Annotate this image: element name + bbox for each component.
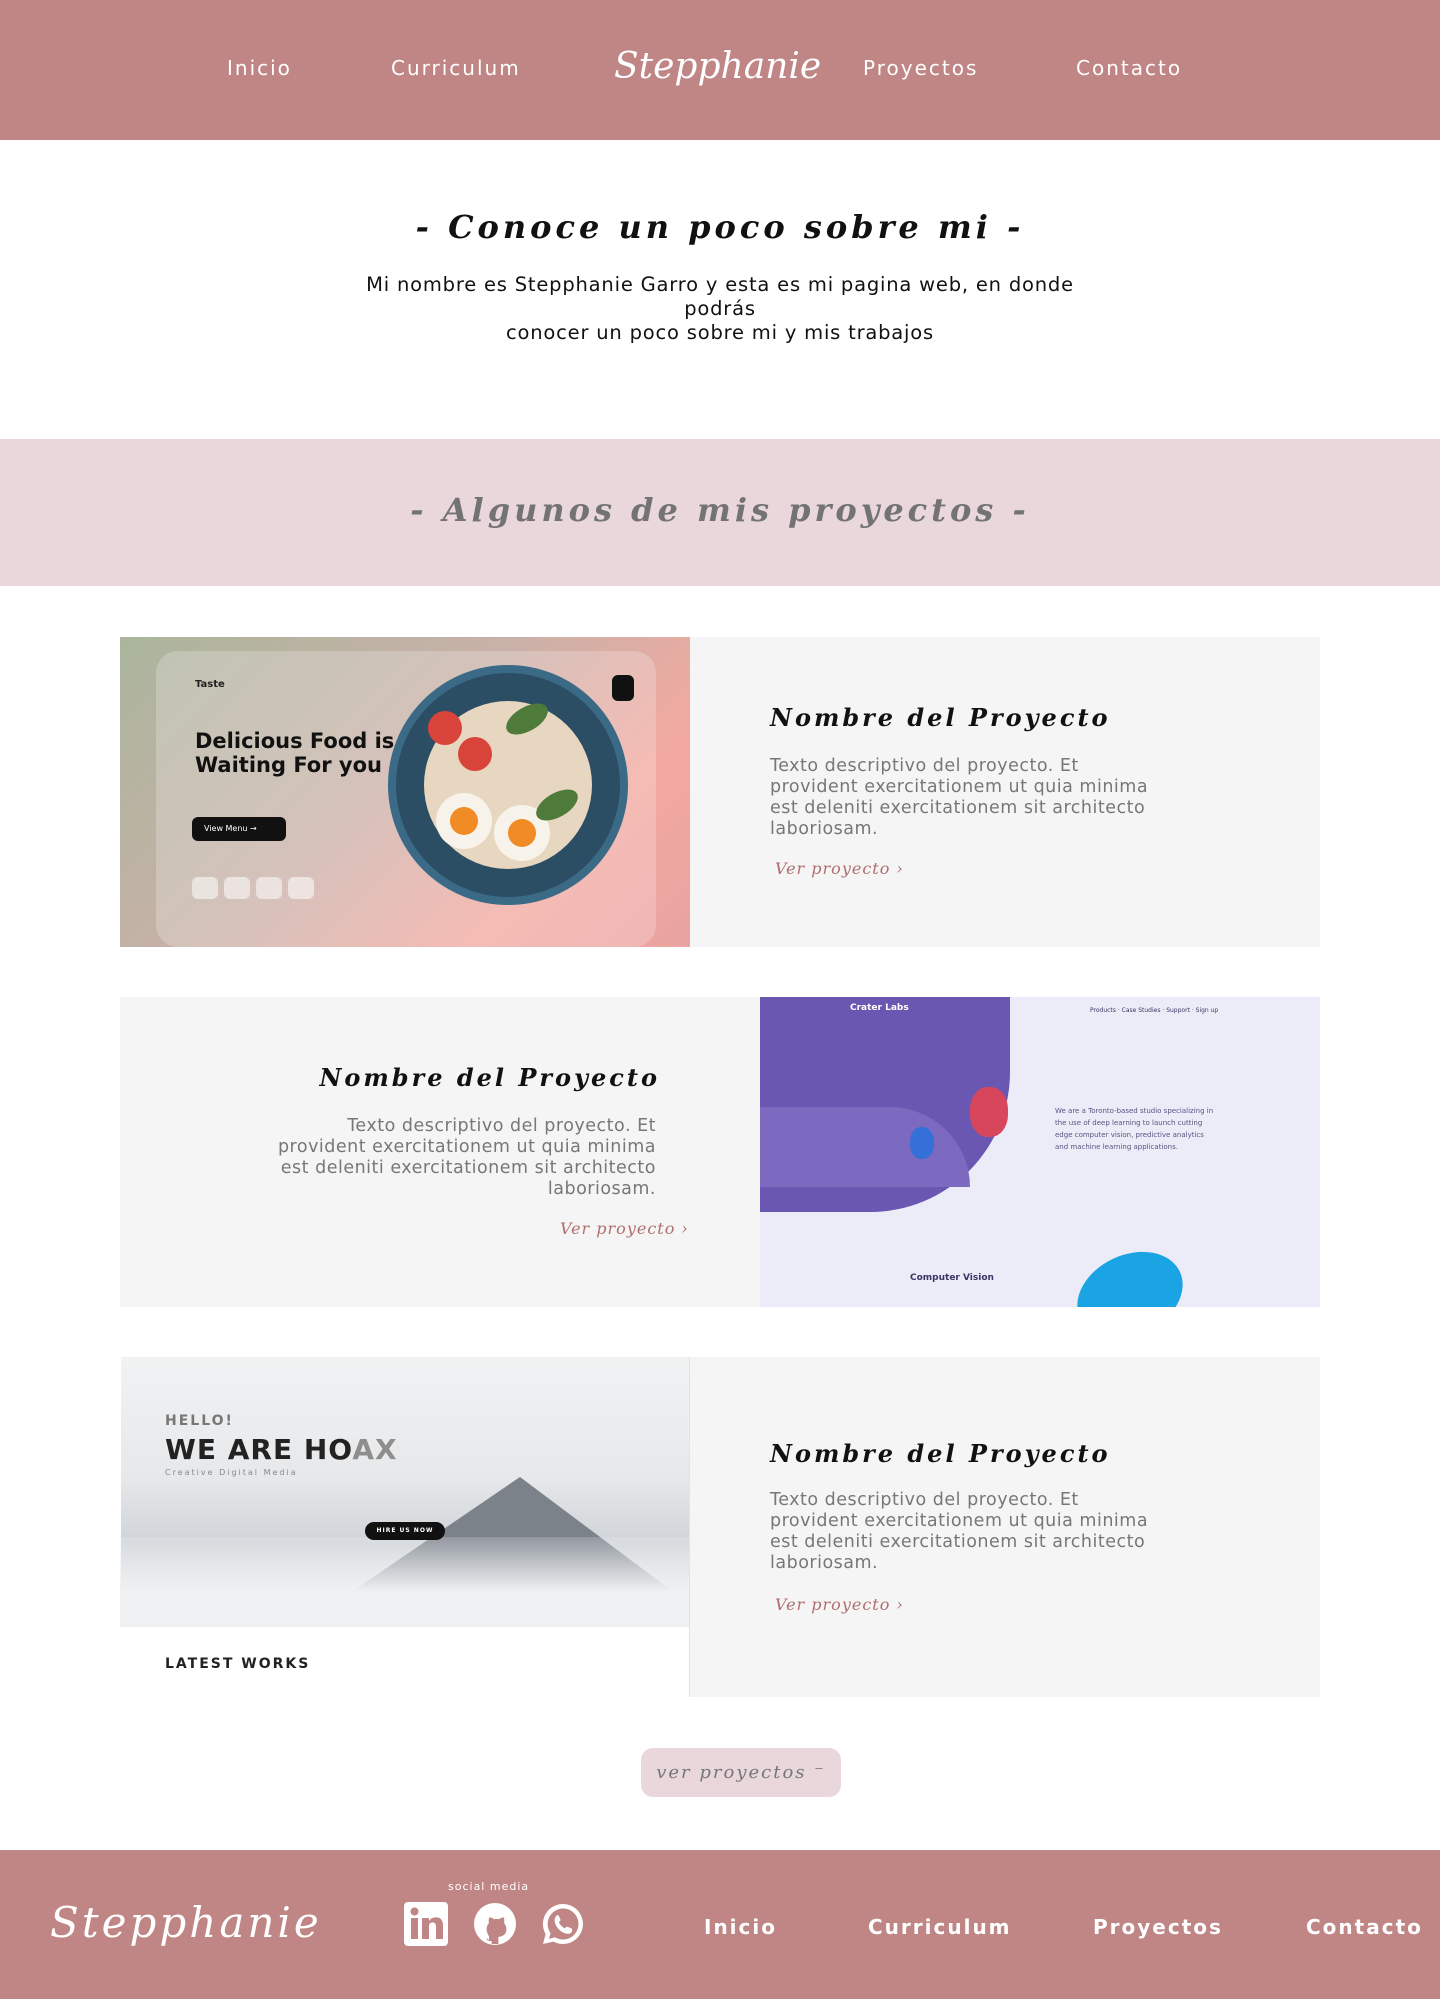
drink-icon <box>256 877 282 899</box>
project-3-title: Nombre del Proyecto <box>770 1439 1111 1468</box>
github-icon[interactable] <box>473 1902 517 1946</box>
preview-blue-shape <box>1063 1235 1197 1307</box>
preview-headline-faded: AX <box>352 1433 398 1466</box>
project-1-preview-image[interactable]: Taste Delicious Food is Waiting For you … <box>120 637 690 947</box>
about-title: - Conoce un poco sobre mi - <box>415 208 1025 246</box>
project-card-2: Nombre del Proyecto Texto descriptivo de… <box>120 997 1320 1307</box>
food-bowl-image <box>388 665 628 905</box>
preview-nav: Products · Case Studies · Support · Sign… <box>1090 1007 1219 1014</box>
footer-link-curriculum[interactable]: Curriculum <box>868 1915 1012 1939</box>
egg-image <box>436 793 492 849</box>
preview-section-title: Computer Vision <box>910 1273 994 1283</box>
burger-icon <box>192 877 218 899</box>
preview-category-icons <box>192 877 320 903</box>
yolk <box>450 807 478 835</box>
preview-brand: Taste <box>195 679 225 690</box>
brand-logo[interactable]: Stepphanie <box>614 46 821 87</box>
nav-link-proyectos[interactable]: Proyectos <box>863 56 978 80</box>
bowl-contents <box>424 697 592 869</box>
yolk <box>508 819 536 847</box>
footer-link-proyectos[interactable]: Proyectos <box>1093 1915 1223 1939</box>
nav-link-curriculum[interactable]: Curriculum <box>391 56 521 80</box>
preview-copy: We are a Toronto-based studio specializi… <box>1055 1107 1214 1151</box>
cart-icon <box>612 675 634 701</box>
tomato-image <box>458 737 492 771</box>
about-text-line1: Mi nombre es Stepphanie Garro y esta es … <box>366 273 1074 320</box>
preview-brand: Crater Labs <box>850 1003 909 1013</box>
nav-link-inicio[interactable]: Inicio <box>227 56 292 80</box>
preview-menu-button: View Menu → <box>192 817 286 841</box>
preview-section-title: LATEST WORKS <box>165 1656 311 1672</box>
project-2-description: Texto descriptivo del proyecto. Et provi… <box>277 1116 656 1199</box>
linkedin-icon[interactable] <box>404 1902 448 1946</box>
preview-hello: HELLO! <box>165 1413 234 1429</box>
astronaut-illustration <box>910 1127 934 1159</box>
footer-link-contacto[interactable]: Contacto <box>1306 1915 1423 1939</box>
leaf-image <box>501 697 553 741</box>
project-2-link[interactable]: Ver proyecto › <box>560 1219 689 1238</box>
tomato-image <box>428 711 462 745</box>
site-footer: Stepphanie social media Inicio Curriculu… <box>0 1850 1440 1999</box>
project-2-preview-image[interactable]: Crater Labs Products · Case Studies · Su… <box>760 997 1320 1307</box>
projects-banner: - Algunos de mis proyectos - <box>0 439 1440 586</box>
whatsapp-icon[interactable] <box>541 1902 585 1946</box>
dish-icon <box>288 877 314 899</box>
projects-banner-title: - Algunos de mis proyectos - <box>410 491 1030 529</box>
preview-mist <box>120 1537 689 1627</box>
project-1-description: Texto descriptivo del proyecto. Et provi… <box>770 756 1149 839</box>
preview-headline-main: WE ARE HO <box>165 1433 353 1466</box>
project-card-1: Taste Delicious Food is Waiting For you … <box>120 637 1320 947</box>
footer-link-inicio[interactable]: Inicio <box>704 1915 777 1939</box>
project-3-preview-image[interactable]: HELLO! WE ARE HOAX Creative Digital Medi… <box>120 1357 690 1697</box>
preview-headline: WE ARE HOAX <box>165 1433 398 1466</box>
preview-hire-button: HIRE US NOW <box>365 1522 445 1540</box>
view-projects-button[interactable]: ver proyectos ⁻ <box>641 1748 841 1797</box>
project-3-description: Texto descriptivo del proyecto. Et provi… <box>770 1490 1149 1573</box>
project-3-link[interactable]: Ver proyecto › <box>775 1595 904 1614</box>
footer-brand[interactable]: Stepphanie <box>50 1898 322 1947</box>
project-2-title: Nombre del Proyecto <box>319 1063 660 1092</box>
social-media-label: social media <box>448 1880 530 1893</box>
project-1-title: Nombre del Proyecto <box>770 703 1111 732</box>
about-text: Mi nombre es Stepphanie Garro y esta es … <box>340 273 1100 345</box>
preview-headline: Delicious Food is Waiting For you <box>195 729 395 777</box>
project-1-link[interactable]: Ver proyecto › <box>775 859 904 878</box>
project-card-3: HELLO! WE ARE HOAX Creative Digital Medi… <box>120 1357 1320 1697</box>
nav-link-contacto[interactable]: Contacto <box>1076 56 1182 80</box>
about-text-line2: conocer un poco sobre mi y mis trabajos <box>506 321 934 344</box>
preview-subtitle: Creative Digital Media <box>165 1468 298 1477</box>
site-header: Inicio Curriculum Stepphanie Proyectos C… <box>0 0 1440 140</box>
pizza-icon <box>224 877 250 899</box>
astronaut-illustration <box>970 1087 1008 1137</box>
